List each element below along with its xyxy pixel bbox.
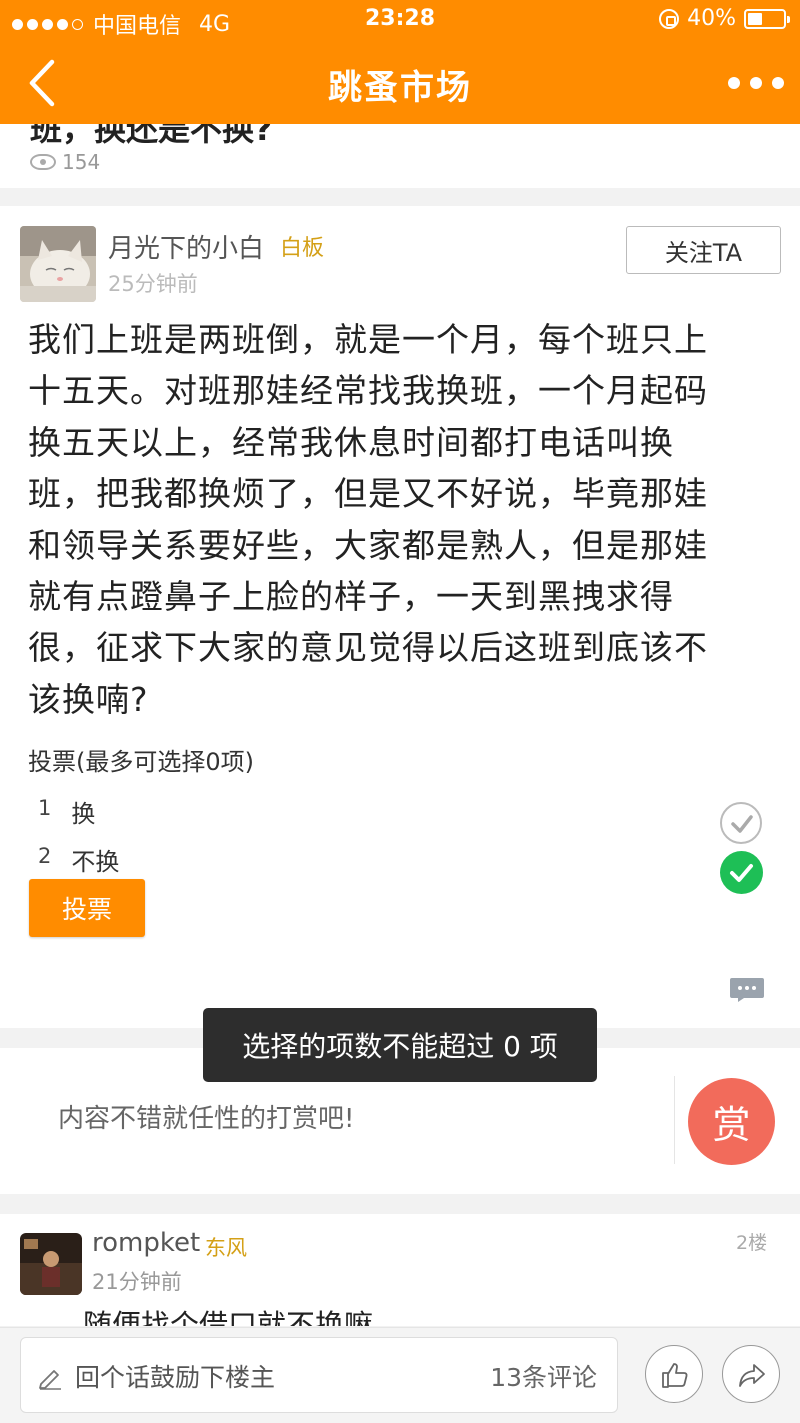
vote-option-number: 1 [38,796,52,820]
follow-button[interactable]: 关注TA [626,226,781,274]
vote-option-label: 不换 [71,848,120,876]
comment-text: 随便找个借口就不换嘛 [83,1308,374,1326]
post-body: 我们上班是两班倒，就是一个月，每个班只上 十五天。对班那娃经常找我换班，一个月起… [28,314,773,725]
comment-timestamp: 21分钟前 [92,1270,182,1294]
reply-input[interactable]: 回个话鼓励下楼主 13条评论 [20,1337,618,1413]
post-body-line: 就有点蹬鼻子上脸的样子，一天到黑拽求得 [28,577,674,617]
avatar[interactable] [20,1233,82,1295]
bottom-bar: 回个话鼓励下楼主 13条评论 [0,1327,800,1423]
post-body-line: 换五天以上，经常我休息时间都打电话叫换 [28,422,674,462]
post-body-line: 该换喃? [28,679,149,719]
status-bar: 中国电信 4G 23:28 40% [0,0,800,42]
check-on-icon[interactable] [720,851,763,894]
battery-icon [744,8,790,29]
post-timestamp: 25分钟前 [108,272,198,296]
page-title: 跳蚤市场 [328,68,472,108]
share-button[interactable] [722,1345,780,1403]
divider [674,1076,675,1164]
vote-option[interactable]: 2 不换 [38,842,119,877]
vote-button[interactable]: 投票 [29,879,145,937]
post-body-line: 和领导关系要好些，大家都是熟人，但是那娃 [28,525,708,565]
avatar[interactable] [20,226,96,302]
post-body-line: 很，征求下大家的意见觉得以后这班到底该不 [28,628,708,668]
comment-bubble-icon[interactable] [729,976,765,1002]
lock-icon [659,8,680,29]
toast-message: 选择的项数不能超过 0 项 [203,1008,597,1082]
vote-option-number: 2 [38,844,52,868]
floor-number: 2楼 [736,1232,768,1254]
view-count-value: 154 [62,150,101,174]
previous-post-title: 班，换还是不换? [30,124,273,148]
post-body-line: 我们上班是两班倒，就是一个月，每个班只上 [28,320,708,359]
post-body-line: 十五天。对班那娃经常找我换班，一个月起码 [28,371,708,411]
vote-title: 投票(最多可选择0项) [28,748,254,776]
check-off-icon[interactable] [720,802,762,844]
vote-option[interactable]: 1 换 [38,794,95,829]
post-card: 月光下的小白 白板 25分钟前 关注TA 我们上班是两班倒，就是一个月，每个班只… [0,206,800,1028]
reward-prompt: 内容不错就任性的打赏吧! [58,1104,355,1134]
battery-percent: 40% [687,6,736,31]
thumbs-up-icon [662,1363,688,1388]
vote-option-label: 换 [71,800,96,828]
pen-icon [39,1370,61,1390]
post-body-line: 班，把我都换烦了，但是又不好说，毕竟那娃 [28,474,708,514]
comment-count[interactable]: 13条评论 [490,1358,597,1394]
nav-bar: 跳蚤市场 [0,42,800,124]
share-icon [739,1364,765,1387]
author-rank-badge: 白板 [280,236,325,261]
like-button[interactable] [645,1345,703,1403]
comment-rank-badge: 东风 [205,1236,247,1260]
reply-placeholder: 回个话鼓励下楼主 [75,1363,276,1392]
author-name[interactable]: 月光下的小白 [108,228,264,265]
previous-post-card[interactable]: 班，换还是不换? 154 [0,124,800,188]
eye-icon [30,154,56,170]
comment-card: rompket 东风 21分钟前 2楼 随便找个借口就不换嘛 [0,1214,800,1326]
comment-author[interactable]: rompket [92,1228,200,1258]
view-count: 154 [30,150,100,174]
more-dots-icon[interactable] [728,68,784,98]
reward-button[interactable]: 赏 [688,1078,775,1165]
